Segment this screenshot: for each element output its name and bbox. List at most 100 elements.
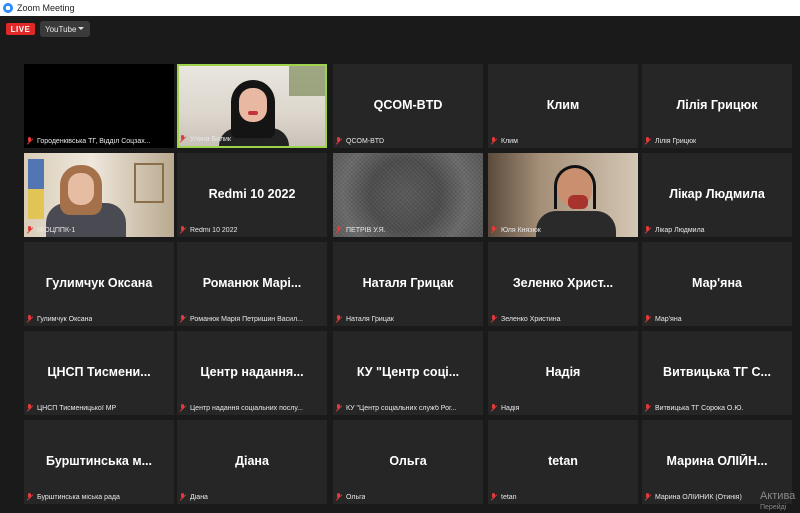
participant-name-label: Романюк Марія Петришин Васил...: [190, 316, 303, 323]
participant-caption: ЦНСП Тисменицької МР: [26, 403, 116, 414]
muted-mic-icon: [335, 493, 343, 502]
participant-tile[interactable]: ІФОЦППК-1: [24, 153, 174, 237]
muted-mic-icon: [335, 226, 343, 235]
participant-caption: ПЕТРІВ У.Я.: [335, 225, 386, 236]
participant-tile[interactable]: Зеленко Христ... Зеленко Христина: [488, 242, 638, 326]
participant-tile[interactable]: ПЕТРІВ У.Я.: [333, 153, 483, 237]
muted-mic-icon: [26, 493, 34, 502]
activation-watermark: Актива Перейді: [760, 490, 800, 511]
stream-target-dropdown[interactable]: YouTube: [40, 21, 90, 37]
participant-tile[interactable]: КУ "Центр соці... КУ "Центр соціальних сл…: [333, 331, 483, 415]
participant-display-name: Романюк Марі...: [202, 276, 302, 290]
participant-caption: Марина ОЛІЙНИК (Отинія): [644, 492, 742, 503]
muted-mic-icon: [26, 404, 34, 413]
participant-display-name: Центр надання...: [200, 365, 304, 379]
participant-name-label: Ольга: [346, 494, 366, 501]
participant-display-name: Діана: [235, 454, 269, 468]
participant-display-name: Redmi 10 2022: [208, 187, 296, 201]
participant-display-name: Лікар Людмила: [669, 187, 765, 201]
muted-mic-icon: [644, 137, 652, 146]
participant-display-name: Бурштинська м...: [46, 454, 152, 468]
participant-name-label: Юля Князюк: [501, 227, 541, 234]
participant-name-label: Центр надання соціальних послу...: [190, 405, 303, 412]
participant-display-name: Гулимчук Оксана: [45, 276, 153, 290]
participant-tile[interactable]: tetan tetan: [488, 420, 638, 504]
participant-caption: Уляна Бялик: [179, 134, 231, 145]
zoom-logo-icon: [3, 3, 13, 13]
participant-display-name: tetan: [548, 454, 578, 468]
muted-mic-icon: [26, 137, 34, 146]
participant-display-name: ЦНСП Тисмени...: [47, 365, 151, 379]
participant-caption: Городенківська ТГ, Відділ Соцзах...: [26, 136, 151, 147]
participant-tile[interactable]: Юля Князюк: [488, 153, 638, 237]
participant-tile[interactable]: Гулимчук Оксана Гулимчук Оксана: [24, 242, 174, 326]
participant-display-name: Лілія Грицюк: [676, 98, 758, 112]
participant-display-name: QCOM-BTD: [373, 98, 443, 112]
participant-tile[interactable]: QCOM-BTD QCOM-BTD: [333, 64, 483, 148]
participant-tile[interactable]: Ольга Ольга: [333, 420, 483, 504]
participant-name-label: Лікар Людмила: [655, 227, 705, 234]
participant-name-label: Надія: [501, 405, 520, 412]
participant-display-name: Ольга: [389, 454, 427, 468]
participant-name-label: Зеленко Христина: [501, 316, 561, 323]
participant-display-name: Клим: [546, 98, 580, 112]
participant-tile[interactable]: Лілія Грицюк Лілія Грицюк: [642, 64, 792, 148]
participant-name-label: Наталя Грицак: [346, 316, 394, 323]
participant-tile[interactable]: Надія Надія: [488, 331, 638, 415]
participant-name-label: ПЕТРІВ У.Я.: [346, 227, 386, 234]
muted-mic-icon: [490, 226, 498, 235]
participant-caption: ІФОЦППК-1: [26, 225, 75, 236]
participant-name-label: ЦНСП Тисменицької МР: [37, 405, 117, 412]
participant-caption: Клим: [490, 136, 518, 147]
participant-display-name: Витвицька ТГ С...: [663, 365, 771, 379]
participant-tile[interactable]: Лікар Людмила Лікар Людмила: [642, 153, 792, 237]
participant-name-label: Бурштинська міська рада: [37, 494, 120, 501]
participant-caption: Витвицька ТГ Сорока О.Ю.: [644, 403, 743, 414]
live-badge: LIVE: [6, 23, 35, 35]
participant-caption: Зеленко Христина: [490, 314, 561, 325]
participant-name-label: Марина ОЛІЙНИК (Отинія): [655, 494, 742, 501]
participant-caption: QCOM-BTD: [335, 136, 384, 147]
participant-name-label: Клим: [501, 138, 518, 145]
stream-target-label: YouTube: [45, 24, 77, 34]
muted-mic-icon: [335, 315, 343, 324]
participant-name-label: Витвицька ТГ Сорока О.Ю.: [655, 405, 744, 412]
participant-tile[interactable]: Витвицька ТГ С... Витвицька ТГ Сорока О.Ю…: [642, 331, 792, 415]
participant-caption: Лілія Грицюк: [644, 136, 696, 147]
participant-name-label: Redmi 10 2022: [190, 227, 238, 234]
participant-tile[interactable]: ЦНСП Тисмени... ЦНСП Тисменицької МР: [24, 331, 174, 415]
participant-caption: Романюк Марія Петришин Васил...: [179, 314, 303, 325]
participant-caption: Гулимчук Оксана: [26, 314, 92, 325]
chevron-down-icon: [78, 27, 84, 30]
muted-mic-icon: [490, 315, 498, 324]
participant-caption: КУ "Центр соціальних служб Рог...: [335, 403, 457, 414]
participant-name-label: Діана: [190, 494, 208, 501]
participant-display-name: Мар'яна: [692, 276, 742, 290]
participant-tile[interactable]: Redmi 10 2022 Redmi 10 2022: [177, 153, 327, 237]
meeting-topbar: LIVE YouTube: [0, 16, 800, 46]
participant-caption: Надія: [490, 403, 519, 414]
muted-mic-icon: [490, 137, 498, 146]
muted-mic-icon: [179, 315, 187, 324]
participant-name-label: Уляна Бялик: [190, 136, 231, 143]
participant-caption: Redmi 10 2022: [179, 225, 237, 236]
participant-tile[interactable]: Бурштинська м... Бурштинська міська рада: [24, 420, 174, 504]
participant-tile[interactable]: Наталя Грицак Наталя Грицак: [333, 242, 483, 326]
participant-tile[interactable]: Романюк Марі... Романюк Марія Петришин Ва…: [177, 242, 327, 326]
participant-tile[interactable]: Клим Клим: [488, 64, 638, 148]
participant-tile[interactable]: Центр надання... Центр надання соціальних…: [177, 331, 327, 415]
muted-mic-icon: [335, 137, 343, 146]
muted-mic-icon: [644, 315, 652, 324]
muted-mic-icon: [644, 493, 652, 502]
muted-mic-icon: [490, 404, 498, 413]
participant-display-name: Марина ОЛІЙН...: [666, 454, 768, 468]
participant-tile[interactable]: Городенківська ТГ, Відділ Соцзах...: [24, 64, 174, 148]
participant-name-label: КУ "Центр соціальних служб Рог...: [346, 405, 457, 412]
participant-name-label: ІФОЦППК-1: [37, 227, 76, 234]
participant-tile[interactable]: Мар'яна Мар'яна: [642, 242, 792, 326]
participant-tile[interactable]: Уляна Бялик: [177, 64, 327, 148]
participant-caption: Ольга: [335, 492, 365, 503]
participant-tile[interactable]: Діана Діана: [177, 420, 327, 504]
muted-mic-icon: [644, 226, 652, 235]
participant-name-label: QCOM-BTD: [346, 138, 385, 145]
